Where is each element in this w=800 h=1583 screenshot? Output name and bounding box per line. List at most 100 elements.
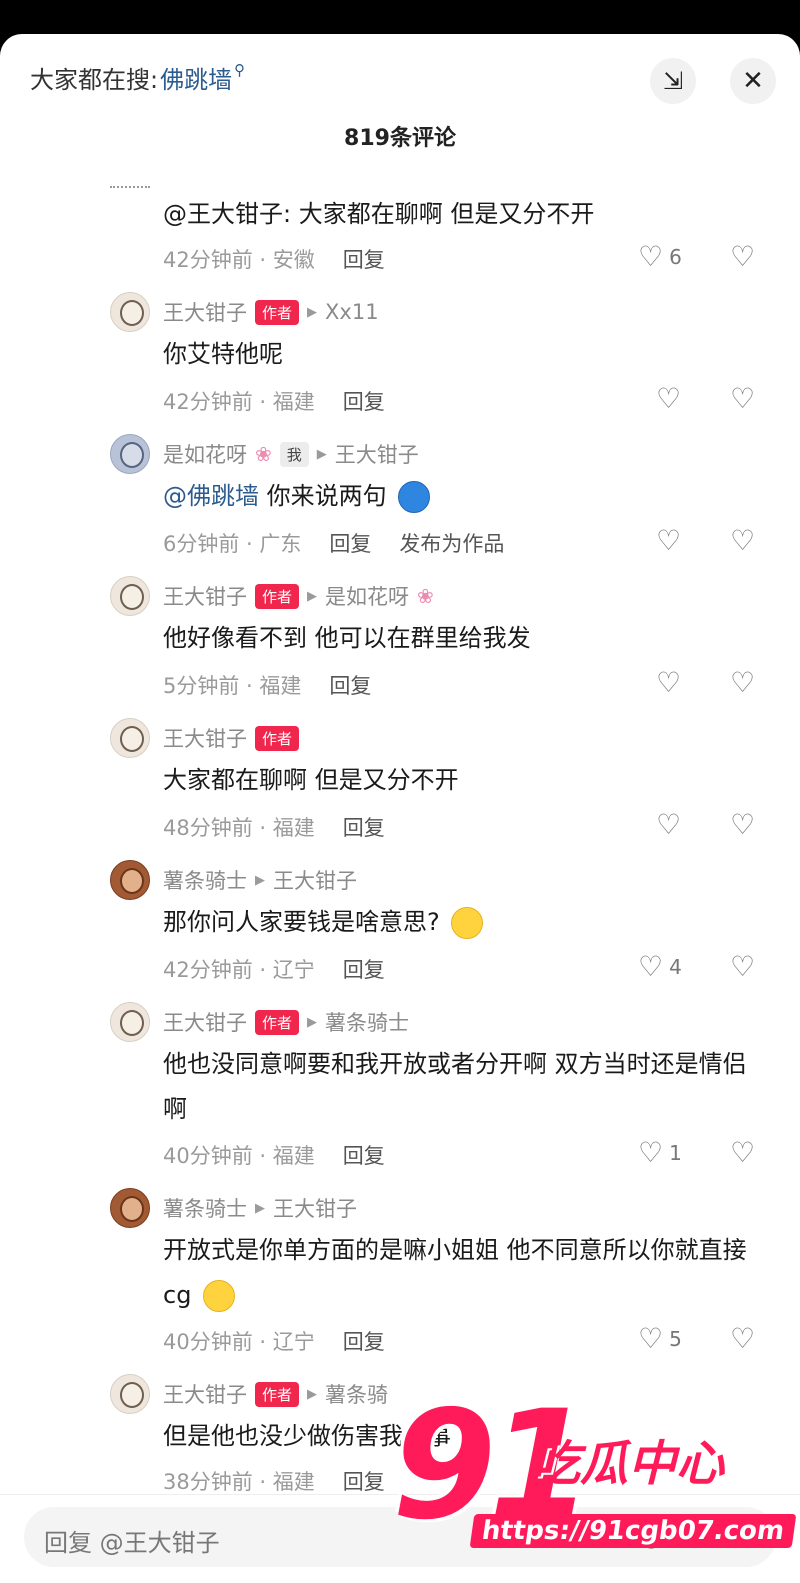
reply-input[interactable]: 回复 @王大钳子 ▣ @ ☻ (24, 1507, 776, 1567)
comment-text: 那你问人家要钱是啥意思? (163, 900, 763, 945)
mention-link[interactable]: @佛跳墙 (163, 482, 259, 510)
like-button[interactable]: ♡ (656, 382, 681, 415)
comment-time-location: 40分钟前 · 辽宁 (163, 1330, 315, 1354)
comment-time-location: 42分钟前 · 福建 (163, 390, 315, 414)
image-icon[interactable]: ▣ (562, 1521, 587, 1551)
reply-button[interactable]: 回复 (343, 1140, 385, 1170)
comment-meta: 40分钟前 · 辽宁 回复 (163, 1326, 385, 1356)
avatar[interactable] (110, 292, 150, 332)
reply-arrow-icon: ▶ (307, 1386, 318, 1402)
reply-to-username[interactable]: Xx11 (325, 300, 379, 324)
avatar[interactable] (110, 1188, 150, 1228)
at-icon[interactable]: @ (638, 1521, 664, 1551)
reply-to-username[interactable]: 王大钳子 (335, 439, 419, 469)
reply-to-username[interactable]: 薯条骑 (325, 1379, 388, 1409)
comment-meta: 5分钟前 · 福建 回复 (163, 670, 371, 700)
reply-to-username[interactable]: 是如花呀 (325, 581, 409, 611)
comment-text: 开放式是你单方面的是嘛小姐姐 他不同意所以你就直接cg (163, 1228, 763, 1318)
reply-arrow-icon: ▶ (316, 446, 327, 462)
reply-button[interactable]: 回复 (343, 812, 385, 842)
reply-arrow-icon: ▶ (307, 304, 318, 320)
broken-heart-icon: ♡ (730, 1136, 756, 1169)
like-button[interactable]: ♡ 1 (638, 1136, 682, 1169)
flower-icon: ❀ (255, 442, 272, 466)
username[interactable]: 王大钳子 (163, 1379, 247, 1409)
like-button[interactable]: ♡ 5 (638, 1322, 682, 1355)
search-keyword[interactable]: 佛跳墙 (160, 60, 232, 95)
reply-to-username[interactable]: 王大钳子 (273, 1193, 357, 1223)
reply-input-bar: 回复 @王大钳子 ▣ @ ☻ (0, 1494, 800, 1583)
reply-arrow-icon: ▶ (307, 1014, 318, 1030)
close-button[interactable]: ✕ (730, 58, 776, 104)
author-badge: 作者 (255, 583, 300, 609)
comment-text: 他也没同意啊要和我开放或者分开啊 双方当时还是情侣啊 (163, 1050, 747, 1123)
reply-button[interactable]: 回复 (343, 386, 385, 416)
reply-to-username[interactable]: 薯条骑士 (325, 1007, 409, 1037)
reply-button[interactable]: 回复 (343, 1466, 385, 1496)
comment-time-location: 42分钟前 · 安徽 (163, 248, 315, 272)
comment-meta: 6分钟前 · 广东 回复 发布为作品 (163, 528, 504, 558)
avatar[interactable] (110, 174, 150, 188)
dislike-button[interactable]: ♡ (730, 1136, 755, 1169)
like-button[interactable]: ♡ 6 (638, 240, 682, 273)
username[interactable]: 是如花呀 (163, 439, 247, 469)
comment-text: 大家都在聊啊 但是又分不开 (163, 766, 459, 794)
like-button[interactable]: ♡ (656, 524, 681, 557)
reply-arrow-icon: ▶ (255, 872, 265, 888)
author-badge: 作者 (255, 299, 300, 325)
broken-heart-icon: ♡ (730, 240, 756, 273)
avatar[interactable] (110, 576, 150, 616)
comment-time-location: 40分钟前 · 福建 (163, 1144, 315, 1168)
reply-button[interactable]: 回复 (343, 1326, 385, 1356)
username[interactable]: 王大钳子 (163, 581, 247, 611)
comment-meta: 48分钟前 · 福建 回复 (163, 812, 385, 842)
avatar[interactable] (110, 860, 150, 900)
broken-heart-icon: ♡ (730, 524, 756, 557)
comment-count-title: 819条评论 (344, 126, 456, 151)
heart-icon: ♡ (656, 808, 682, 841)
like-count: 5 (669, 1326, 682, 1351)
heart-icon: ♡ (656, 382, 682, 415)
like-button[interactable]: ♡ (656, 808, 681, 841)
emoji-icon (398, 481, 431, 513)
search-icon: ⚲ (234, 60, 246, 79)
dislike-button[interactable]: ♡ (730, 666, 755, 699)
collapse-button[interactable]: ⇲ (650, 58, 696, 104)
avatar[interactable] (110, 1374, 150, 1414)
dislike-button[interactable]: ♡ (730, 240, 755, 273)
heart-icon: ♡ (638, 950, 664, 983)
reply-button[interactable]: 回复 (343, 244, 385, 274)
dislike-button[interactable]: ♡ (730, 950, 755, 983)
comment-time-location: 38分钟前 · 福建 (163, 1470, 315, 1494)
username[interactable]: 王大钳子 (163, 297, 247, 327)
dislike-button[interactable]: ♡ (730, 1322, 755, 1355)
smile-icon[interactable]: ☻ (710, 1521, 737, 1551)
username[interactable]: 王大钳子 (163, 1007, 247, 1037)
dislike-button[interactable]: ♡ (730, 524, 755, 557)
like-button[interactable]: ♡ (656, 666, 681, 699)
avatar[interactable] (110, 1002, 150, 1042)
username[interactable]: 薯条骑士 (163, 865, 247, 895)
comment-meta: 42分钟前 · 安徽 回复 (163, 244, 385, 274)
dislike-button[interactable]: ♡ (730, 808, 755, 841)
like-count: 4 (669, 954, 682, 979)
like-button[interactable]: ♡ 4 (638, 950, 682, 983)
heart-icon: ♡ (656, 524, 682, 557)
comment-text: 你艾特他呢 (163, 340, 283, 368)
suggested-search[interactable]: 大家都在搜: 佛跳墙 ⚲ (30, 60, 245, 95)
dislike-button[interactable]: ♡ (730, 382, 755, 415)
reply-arrow-icon: ▶ (255, 1200, 265, 1216)
username[interactable]: 薯条骑士 (163, 1193, 247, 1223)
avatar[interactable] (110, 434, 150, 474)
heart-icon: ♡ (638, 240, 664, 273)
publish-as-work-button[interactable]: 发布为作品 (399, 528, 504, 558)
username[interactable]: 王大钳子 (163, 723, 247, 753)
reply-button[interactable]: 回复 (329, 670, 371, 700)
comment-meta: 38分钟前 · 福建 回复 (163, 1466, 385, 1496)
reply-to-username[interactable]: 王大钳子 (273, 865, 357, 895)
comment-header: 王大钳子 作者 (163, 723, 300, 753)
reply-button[interactable]: 回复 (329, 528, 371, 558)
emoji-icon (203, 1280, 236, 1312)
avatar[interactable] (110, 718, 150, 758)
reply-button[interactable]: 回复 (343, 954, 385, 984)
